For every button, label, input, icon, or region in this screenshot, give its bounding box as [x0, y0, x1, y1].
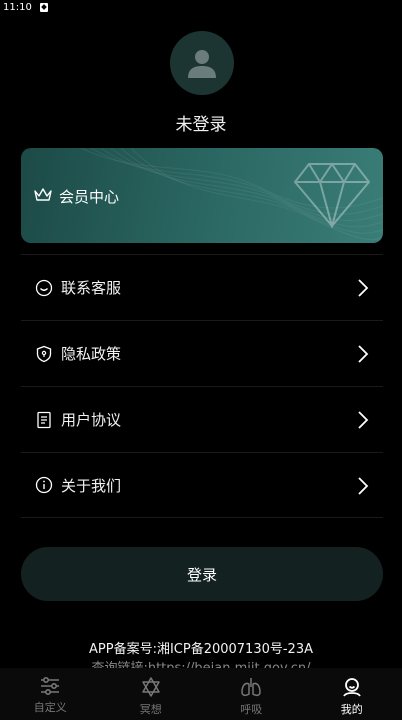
sliders-icon: [41, 676, 60, 696]
tab-label: 我的: [340, 703, 363, 716]
tab-label: 冥想: [139, 703, 162, 716]
diamond-icon: [293, 162, 371, 228]
avatar[interactable]: [170, 31, 234, 95]
menu-item-label: 隐私政策: [61, 345, 122, 363]
lungs-icon: [241, 678, 261, 697]
tab-label: 自定义: [33, 701, 67, 714]
vip-center-card[interactable]: 会员中心: [21, 148, 383, 243]
username-label[interactable]: 未登录: [0, 110, 402, 135]
tab-mine[interactable]: 我的: [302, 668, 402, 720]
menu-item-contact-service[interactable]: 联系客服: [21, 254, 383, 320]
chevron-right-icon: [358, 279, 369, 297]
menu-item-label: 用户协议: [61, 411, 122, 429]
tab-custom[interactable]: 自定义: [0, 668, 101, 720]
bottom-tab-bar: 自定义 冥想 呼吸 我的: [0, 668, 402, 720]
icp-record-text: APP备案号:湘ICP备20007130号-23A: [89, 642, 313, 657]
notification-icon: [39, 2, 48, 12]
vip-center-label: 会员中心: [59, 188, 120, 206]
menu-item-user-agreement[interactable]: 用户协议: [21, 386, 383, 452]
smile-icon: [34, 278, 54, 298]
crown-icon: [34, 188, 52, 201]
user-silhouette-icon: [188, 50, 216, 78]
user-icon: [342, 678, 361, 697]
menu-item-label: 关于我们: [61, 476, 122, 495]
status-bar: 11:10: [0, 0, 402, 14]
tab-meditation[interactable]: 冥想: [101, 668, 202, 720]
document-icon: [34, 410, 54, 430]
chevron-right-icon: [358, 411, 369, 429]
chevron-right-icon: [358, 345, 369, 363]
chevron-right-icon: [358, 477, 369, 495]
login-button[interactable]: 登录: [21, 547, 383, 601]
tab-breathing[interactable]: 呼吸: [201, 668, 302, 720]
tab-label: 呼吸: [240, 703, 263, 716]
menu-item-privacy-policy[interactable]: 隐私政策: [21, 320, 383, 386]
star-of-david-icon: [142, 677, 160, 697]
status-time: 11:10: [3, 1, 32, 13]
settings-menu: 联系客服 隐私政策 用户协议 关于我们: [21, 254, 383, 518]
shield-icon: [34, 344, 54, 364]
info-icon: [34, 475, 54, 495]
menu-item-label: 联系客服: [61, 279, 122, 297]
menu-item-about-us[interactable]: 关于我们: [21, 452, 383, 518]
